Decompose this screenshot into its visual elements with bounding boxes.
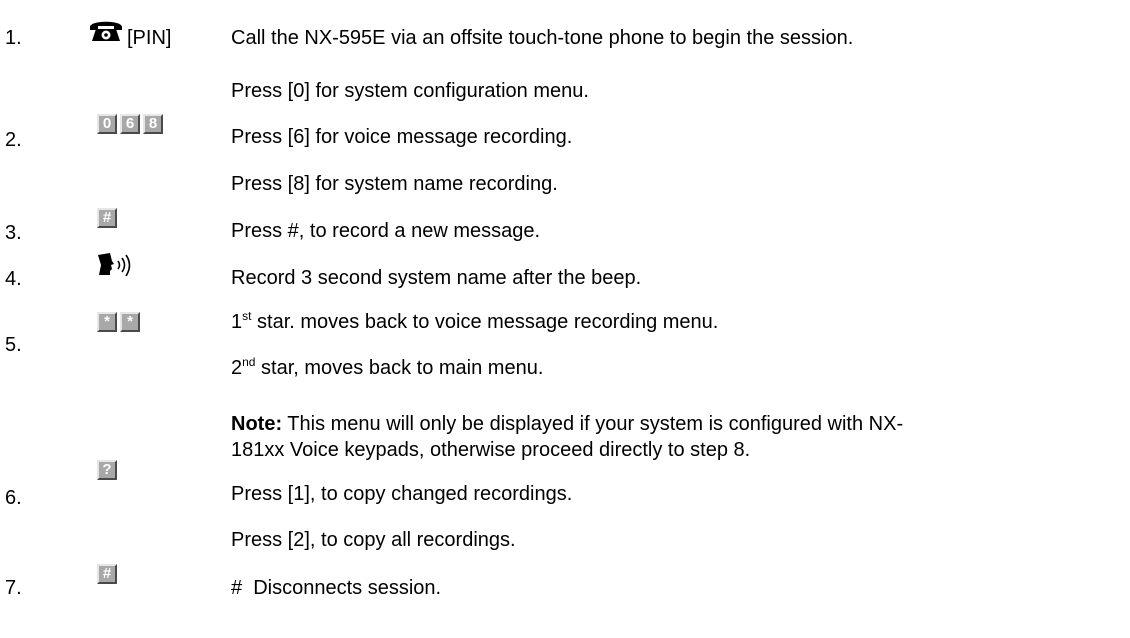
key-6: 6 bbox=[120, 114, 140, 134]
step-number: 1. bbox=[5, 27, 22, 49]
telephone-icon bbox=[88, 18, 124, 48]
note-text-continued: 181xx Voice keypads, otherwise proceed d… bbox=[231, 439, 751, 461]
note-text: Note: This menu will only be displayed i… bbox=[231, 413, 904, 435]
step-number: 7. bbox=[5, 577, 22, 599]
step-text: Press #, to record a new message. bbox=[231, 220, 541, 242]
step-text: Press [2], to copy all recordings. bbox=[231, 529, 516, 551]
key-hash: # bbox=[97, 208, 117, 228]
step-text: Press [1], to copy changed recordings. bbox=[231, 483, 573, 505]
key-star: * bbox=[97, 312, 117, 332]
step-number: 5. bbox=[5, 334, 22, 356]
keypad-keys: ? bbox=[97, 460, 117, 480]
step-text: 2nd star, moves back to main menu. bbox=[231, 355, 544, 379]
key-star: * bbox=[120, 312, 140, 332]
step-text: Call the NX-595E via an offsite touch-to… bbox=[231, 27, 854, 49]
keypad-keys: # bbox=[97, 564, 117, 584]
step-number: 2. bbox=[5, 129, 22, 151]
keypad-keys: # bbox=[97, 208, 117, 228]
step-text: Press [8] for system name recording. bbox=[231, 173, 558, 195]
step-text: Press [6] for voice message recording. bbox=[231, 126, 573, 148]
key-question: ? bbox=[97, 460, 117, 480]
step-text: Press [0] for system configuration menu. bbox=[231, 80, 589, 102]
step-number: 4. bbox=[5, 268, 22, 290]
speaking-head-icon bbox=[97, 252, 137, 288]
pin-label: [PIN] bbox=[127, 27, 172, 49]
keypad-keys: * * bbox=[97, 312, 140, 332]
step-number: 3. bbox=[5, 222, 22, 244]
step-number: 6. bbox=[5, 487, 22, 509]
step-text: Record 3 second system name after the be… bbox=[231, 267, 642, 289]
keypad-keys: 0 6 8 bbox=[97, 114, 163, 134]
key-0: 0 bbox=[97, 114, 117, 134]
step-text: 1st star. moves back to voice message re… bbox=[231, 309, 719, 333]
key-hash: # bbox=[97, 564, 117, 584]
step-text: # Disconnects session. bbox=[231, 577, 442, 599]
key-8: 8 bbox=[143, 114, 163, 134]
